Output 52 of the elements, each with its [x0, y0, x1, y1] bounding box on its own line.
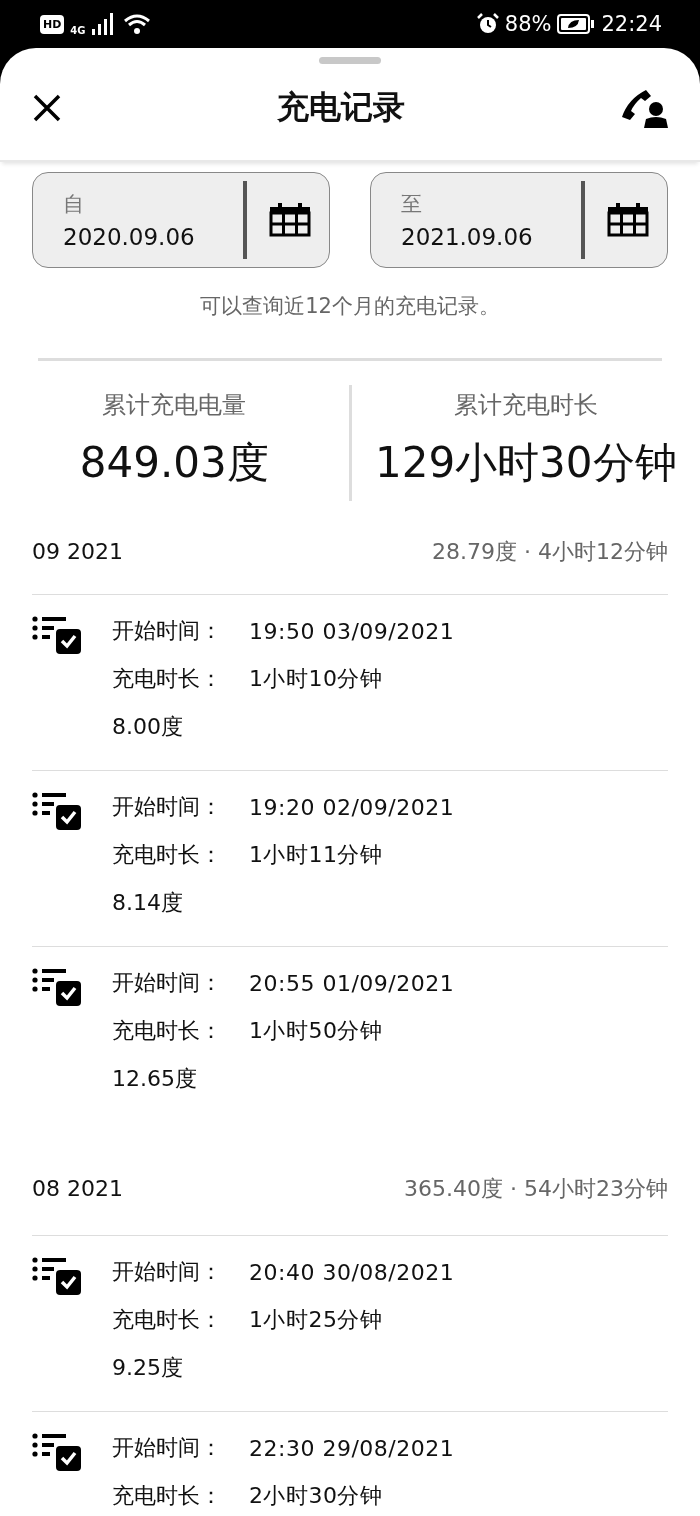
energy-value: 8.14度: [112, 889, 184, 917]
start-time-label: 开始时间：: [112, 1258, 223, 1286]
energy-value: 8.00度: [112, 713, 184, 741]
duration-value: 1小时10分钟: [249, 665, 383, 693]
duration-value: 1小时25分钟: [249, 1306, 383, 1334]
start-time-value: 19:50 03/09/2021: [249, 618, 455, 644]
network-label: 4G: [70, 24, 86, 36]
duration-label: 充电时长：: [112, 841, 223, 869]
energy-value: 12.65度: [112, 1065, 198, 1093]
checklist-icon: [32, 967, 82, 1007]
calendar-icon: [607, 203, 649, 237]
battery-icon: [557, 14, 596, 34]
alarm-icon: [476, 13, 499, 35]
total-label: 累计充电电量: [102, 390, 247, 421]
start-time-label: 开始时间：: [112, 793, 223, 821]
energy-value: 9.25度: [112, 1354, 184, 1382]
duration-label: 充电时长：: [112, 665, 223, 693]
start-time-value: 20:40 30/08/2021: [249, 1259, 455, 1285]
checklist-icon: [32, 791, 82, 831]
duration-value: 1小时11分钟: [249, 841, 383, 869]
drag-handle[interactable]: [319, 57, 381, 64]
hd-badge: HD: [40, 14, 65, 34]
calendar-icon: [269, 203, 311, 237]
date-field[interactable]: 至 2021.09.06: [370, 172, 668, 268]
checklist-icon: [32, 1256, 82, 1296]
close-icon[interactable]: [32, 92, 62, 123]
duration-value: 2小时30分钟: [249, 1482, 383, 1510]
month-title: 08 2021: [32, 1176, 123, 1201]
duration-label: 充电时长：: [112, 1017, 223, 1045]
duration-label: 充电时长：: [112, 1482, 223, 1510]
start-time-value: 19:20 02/09/2021: [249, 794, 455, 820]
wifi-icon: [123, 13, 150, 35]
total-label: 累计充电时长: [453, 390, 598, 421]
total-value: 849.03度: [79, 437, 269, 489]
hint-text: 可以查询近12个月的充电记录。: [199, 293, 501, 320]
checklist-icon: [32, 1432, 82, 1472]
duration-value: 1小时50分钟: [249, 1017, 383, 1045]
start-time-value: 22:30 29/08/2021: [249, 1435, 455, 1461]
month-title: 09 2021: [32, 539, 123, 564]
battery-percent: 88%: [504, 12, 552, 36]
month-summary: 28.79度 · 4小时12分钟: [432, 537, 668, 566]
clock-time: 22:24: [601, 12, 662, 36]
page-title: 充电记录: [277, 86, 405, 128]
duration-label: 充电时长：: [112, 1306, 223, 1334]
checklist-icon: [32, 615, 82, 655]
start-time-value: 20:55 01/09/2021: [249, 970, 455, 996]
start-time-label: 开始时间：: [112, 1434, 223, 1462]
total-value: 129小时30分钟: [374, 437, 677, 489]
date-field[interactable]: 自 2020.09.06: [32, 172, 330, 268]
month-summary: 365.40度 · 54小时23分钟: [404, 1174, 668, 1203]
start-time-label: 开始时间：: [112, 969, 223, 997]
start-time-label: 开始时间：: [112, 617, 223, 645]
